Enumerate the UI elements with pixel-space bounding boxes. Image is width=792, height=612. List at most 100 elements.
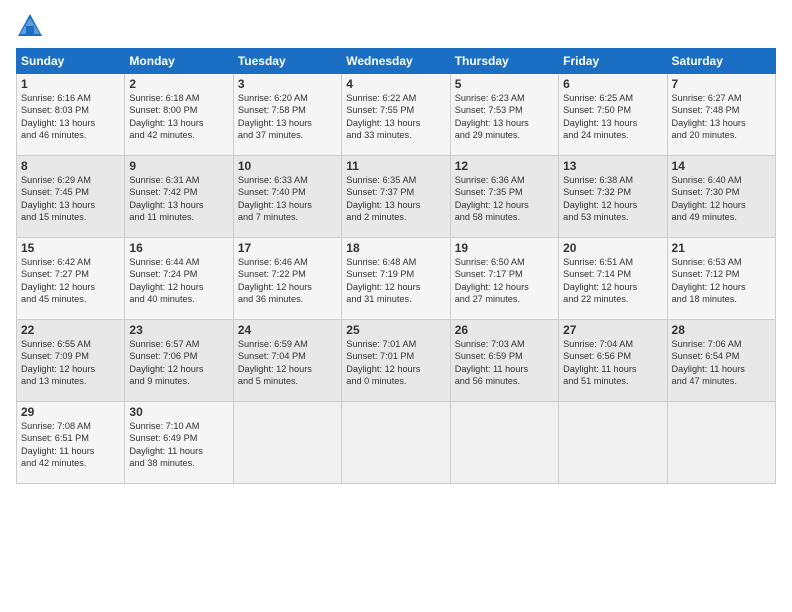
calendar-cell: 16Sunrise: 6:44 AMSunset: 7:24 PMDayligh…	[125, 238, 233, 320]
day-number: 7	[672, 77, 771, 91]
day-number: 12	[455, 159, 554, 173]
day-number: 8	[21, 159, 120, 173]
cell-content: Sunrise: 6:59 AMSunset: 7:04 PMDaylight:…	[238, 338, 337, 388]
cell-content: Sunrise: 6:46 AMSunset: 7:22 PMDaylight:…	[238, 256, 337, 306]
cell-content: Sunrise: 6:38 AMSunset: 7:32 PMDaylight:…	[563, 174, 662, 224]
calendar-cell: 1Sunrise: 6:16 AMSunset: 8:03 PMDaylight…	[17, 74, 125, 156]
col-thursday: Thursday	[450, 49, 558, 74]
cell-content: Sunrise: 6:18 AMSunset: 8:00 PMDaylight:…	[129, 92, 228, 142]
cell-content: Sunrise: 6:29 AMSunset: 7:45 PMDaylight:…	[21, 174, 120, 224]
day-number: 16	[129, 241, 228, 255]
day-number: 11	[346, 159, 445, 173]
logo	[16, 12, 48, 40]
calendar-cell	[450, 402, 558, 484]
day-number: 10	[238, 159, 337, 173]
calendar-cell: 19Sunrise: 6:50 AMSunset: 7:17 PMDayligh…	[450, 238, 558, 320]
calendar-cell: 8Sunrise: 6:29 AMSunset: 7:45 PMDaylight…	[17, 156, 125, 238]
calendar-cell: 15Sunrise: 6:42 AMSunset: 7:27 PMDayligh…	[17, 238, 125, 320]
calendar-cell: 27Sunrise: 7:04 AMSunset: 6:56 PMDayligh…	[559, 320, 667, 402]
cell-content: Sunrise: 6:20 AMSunset: 7:58 PMDaylight:…	[238, 92, 337, 142]
day-number: 15	[21, 241, 120, 255]
day-number: 4	[346, 77, 445, 91]
calendar-cell: 18Sunrise: 6:48 AMSunset: 7:19 PMDayligh…	[342, 238, 450, 320]
calendar-cell: 22Sunrise: 6:55 AMSunset: 7:09 PMDayligh…	[17, 320, 125, 402]
calendar-cell: 17Sunrise: 6:46 AMSunset: 7:22 PMDayligh…	[233, 238, 341, 320]
cell-content: Sunrise: 7:08 AMSunset: 6:51 PMDaylight:…	[21, 420, 120, 470]
day-number: 18	[346, 241, 445, 255]
col-monday: Monday	[125, 49, 233, 74]
calendar-week-5: 29Sunrise: 7:08 AMSunset: 6:51 PMDayligh…	[17, 402, 776, 484]
day-number: 17	[238, 241, 337, 255]
day-number: 19	[455, 241, 554, 255]
calendar-cell	[667, 402, 775, 484]
calendar-cell: 23Sunrise: 6:57 AMSunset: 7:06 PMDayligh…	[125, 320, 233, 402]
calendar-cell	[342, 402, 450, 484]
calendar-week-1: 1Sunrise: 6:16 AMSunset: 8:03 PMDaylight…	[17, 74, 776, 156]
calendar-cell: 5Sunrise: 6:23 AMSunset: 7:53 PMDaylight…	[450, 74, 558, 156]
calendar-week-4: 22Sunrise: 6:55 AMSunset: 7:09 PMDayligh…	[17, 320, 776, 402]
cell-content: Sunrise: 6:33 AMSunset: 7:40 PMDaylight:…	[238, 174, 337, 224]
day-number: 26	[455, 323, 554, 337]
calendar-cell: 26Sunrise: 7:03 AMSunset: 6:59 PMDayligh…	[450, 320, 558, 402]
calendar-cell: 9Sunrise: 6:31 AMSunset: 7:42 PMDaylight…	[125, 156, 233, 238]
day-number: 5	[455, 77, 554, 91]
calendar-cell: 13Sunrise: 6:38 AMSunset: 7:32 PMDayligh…	[559, 156, 667, 238]
cell-content: Sunrise: 7:03 AMSunset: 6:59 PMDaylight:…	[455, 338, 554, 388]
calendar-cell	[233, 402, 341, 484]
cell-content: Sunrise: 6:27 AMSunset: 7:48 PMDaylight:…	[672, 92, 771, 142]
calendar-table: Sunday Monday Tuesday Wednesday Thursday…	[16, 48, 776, 484]
col-friday: Friday	[559, 49, 667, 74]
cell-content: Sunrise: 6:22 AMSunset: 7:55 PMDaylight:…	[346, 92, 445, 142]
calendar-cell: 14Sunrise: 6:40 AMSunset: 7:30 PMDayligh…	[667, 156, 775, 238]
cell-content: Sunrise: 6:25 AMSunset: 7:50 PMDaylight:…	[563, 92, 662, 142]
cell-content: Sunrise: 6:16 AMSunset: 8:03 PMDaylight:…	[21, 92, 120, 142]
day-number: 3	[238, 77, 337, 91]
calendar-cell: 12Sunrise: 6:36 AMSunset: 7:35 PMDayligh…	[450, 156, 558, 238]
cell-content: Sunrise: 7:04 AMSunset: 6:56 PMDaylight:…	[563, 338, 662, 388]
logo-icon	[16, 12, 44, 40]
cell-content: Sunrise: 6:53 AMSunset: 7:12 PMDaylight:…	[672, 256, 771, 306]
cell-content: Sunrise: 6:48 AMSunset: 7:19 PMDaylight:…	[346, 256, 445, 306]
calendar-cell	[559, 402, 667, 484]
cell-content: Sunrise: 7:01 AMSunset: 7:01 PMDaylight:…	[346, 338, 445, 388]
day-number: 21	[672, 241, 771, 255]
cell-content: Sunrise: 6:40 AMSunset: 7:30 PMDaylight:…	[672, 174, 771, 224]
cell-content: Sunrise: 6:35 AMSunset: 7:37 PMDaylight:…	[346, 174, 445, 224]
cell-content: Sunrise: 6:36 AMSunset: 7:35 PMDaylight:…	[455, 174, 554, 224]
calendar-cell: 3Sunrise: 6:20 AMSunset: 7:58 PMDaylight…	[233, 74, 341, 156]
day-number: 25	[346, 323, 445, 337]
header-area	[16, 12, 776, 40]
day-number: 23	[129, 323, 228, 337]
cell-content: Sunrise: 6:23 AMSunset: 7:53 PMDaylight:…	[455, 92, 554, 142]
col-sunday: Sunday	[17, 49, 125, 74]
day-number: 29	[21, 405, 120, 419]
cell-content: Sunrise: 6:31 AMSunset: 7:42 PMDaylight:…	[129, 174, 228, 224]
calendar-cell: 4Sunrise: 6:22 AMSunset: 7:55 PMDaylight…	[342, 74, 450, 156]
calendar-cell: 7Sunrise: 6:27 AMSunset: 7:48 PMDaylight…	[667, 74, 775, 156]
calendar-week-2: 8Sunrise: 6:29 AMSunset: 7:45 PMDaylight…	[17, 156, 776, 238]
calendar-container: Sunday Monday Tuesday Wednesday Thursday…	[0, 0, 792, 612]
calendar-cell: 20Sunrise: 6:51 AMSunset: 7:14 PMDayligh…	[559, 238, 667, 320]
day-number: 9	[129, 159, 228, 173]
calendar-cell: 2Sunrise: 6:18 AMSunset: 8:00 PMDaylight…	[125, 74, 233, 156]
calendar-cell: 29Sunrise: 7:08 AMSunset: 6:51 PMDayligh…	[17, 402, 125, 484]
col-saturday: Saturday	[667, 49, 775, 74]
day-number: 20	[563, 241, 662, 255]
day-number: 13	[563, 159, 662, 173]
calendar-cell: 30Sunrise: 7:10 AMSunset: 6:49 PMDayligh…	[125, 402, 233, 484]
col-tuesday: Tuesday	[233, 49, 341, 74]
col-wednesday: Wednesday	[342, 49, 450, 74]
header-row: Sunday Monday Tuesday Wednesday Thursday…	[17, 49, 776, 74]
day-number: 6	[563, 77, 662, 91]
day-number: 2	[129, 77, 228, 91]
day-number: 1	[21, 77, 120, 91]
day-number: 27	[563, 323, 662, 337]
cell-content: Sunrise: 6:44 AMSunset: 7:24 PMDaylight:…	[129, 256, 228, 306]
calendar-cell: 11Sunrise: 6:35 AMSunset: 7:37 PMDayligh…	[342, 156, 450, 238]
calendar-cell: 21Sunrise: 6:53 AMSunset: 7:12 PMDayligh…	[667, 238, 775, 320]
calendar-cell: 6Sunrise: 6:25 AMSunset: 7:50 PMDaylight…	[559, 74, 667, 156]
cell-content: Sunrise: 6:50 AMSunset: 7:17 PMDaylight:…	[455, 256, 554, 306]
cell-content: Sunrise: 6:42 AMSunset: 7:27 PMDaylight:…	[21, 256, 120, 306]
cell-content: Sunrise: 6:51 AMSunset: 7:14 PMDaylight:…	[563, 256, 662, 306]
day-number: 30	[129, 405, 228, 419]
